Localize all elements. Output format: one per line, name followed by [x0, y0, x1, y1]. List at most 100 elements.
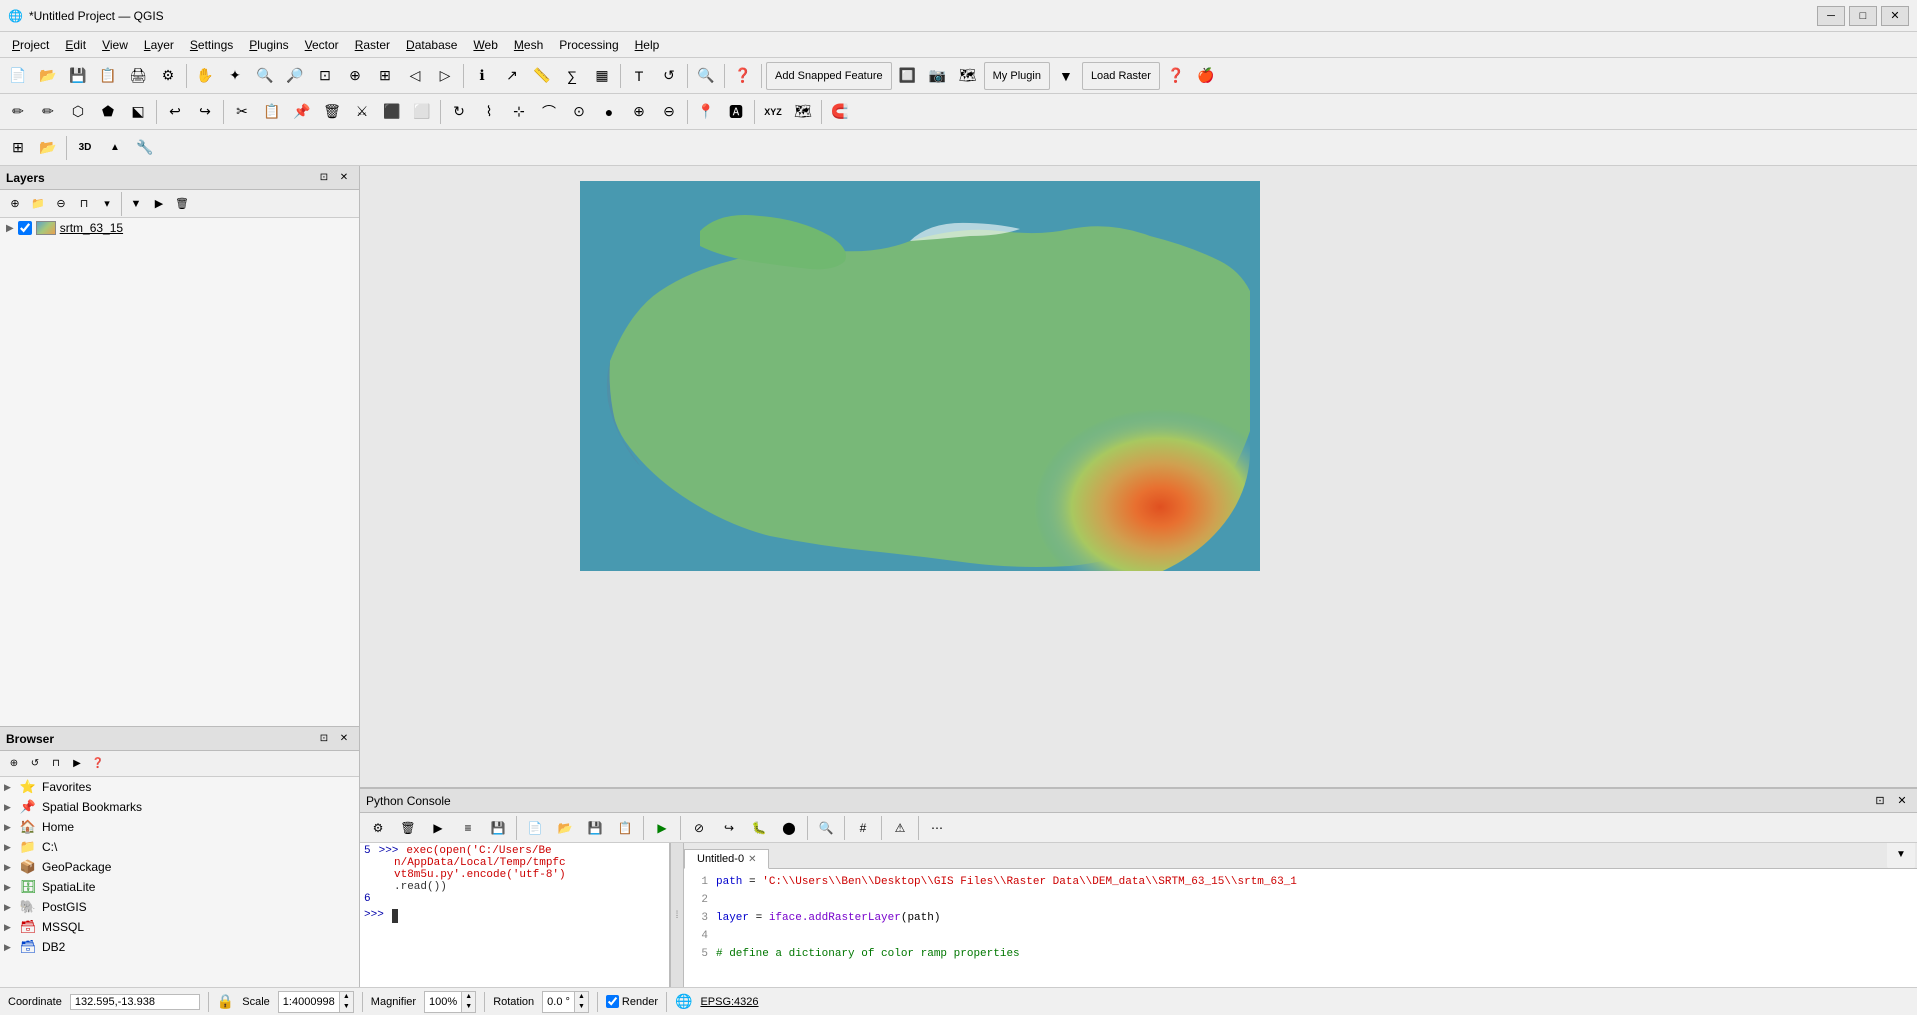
quick-search-button[interactable]: 🔍	[692, 62, 720, 90]
menu-mesh[interactable]: Mesh	[506, 35, 551, 55]
expand-all-button[interactable]: ▼	[125, 193, 147, 215]
console-options-button[interactable]: ≡	[454, 814, 482, 842]
zoom-last-button[interactable]: ◁	[401, 62, 429, 90]
layer-visibility-checkbox[interactable]	[18, 221, 32, 235]
layers-close-button[interactable]: ✕	[335, 169, 353, 187]
cut-features-button[interactable]: ✂	[228, 98, 256, 126]
console-tab-close-button[interactable]: ✕	[748, 854, 756, 865]
browser-item-spatialite[interactable]: ▶ 🗄 SpatiaLite	[0, 877, 359, 897]
edit-toggle-button[interactable]: ✏	[4, 98, 32, 126]
xyz-button[interactable]: XYZ	[759, 98, 787, 126]
browser-filter-button[interactable]: ⊓	[46, 754, 66, 774]
add-part-button[interactable]: ⊕	[625, 98, 653, 126]
offset-curve-button[interactable]: ⌇	[475, 98, 503, 126]
menu-view[interactable]: View	[94, 35, 136, 55]
console-editor-open-button[interactable]: 📂	[551, 814, 579, 842]
rotation-down-button[interactable]: ▼	[574, 1002, 588, 1012]
move-feature-button[interactable]: ⬕	[124, 98, 152, 126]
save-project-button[interactable]: 💾	[64, 62, 92, 90]
rotation-spinbox[interactable]: 0.0 ° ▲ ▼	[542, 991, 589, 1013]
load-raster-button[interactable]: Load Raster	[1082, 62, 1160, 90]
plugin-new-layer[interactable]: 🗺	[954, 62, 982, 90]
3d-button[interactable]: 3D	[71, 134, 99, 162]
new-project-button[interactable]: 📄	[4, 62, 32, 90]
console-settings-button[interactable]: ⚙	[364, 814, 392, 842]
browser-item-mssql[interactable]: ▶ 🗃 MSSQL	[0, 917, 359, 937]
delete-ring-button[interactable]: ⊖	[655, 98, 683, 126]
open-project-button[interactable]: 📂	[34, 62, 62, 90]
render-checkbox[interactable]	[606, 995, 619, 1008]
console-more-button[interactable]: ⋯	[923, 814, 951, 842]
filter-layer-button[interactable]: ⊓	[73, 193, 95, 215]
layers-detach-button[interactable]: ⊡	[315, 169, 333, 187]
apple-icon[interactable]: 🍎	[1192, 62, 1220, 90]
console-clear-button[interactable]: 🗑	[394, 814, 422, 842]
magnifier-down-button[interactable]: ▼	[461, 1002, 475, 1012]
refresh-button[interactable]: ↺	[655, 62, 683, 90]
console-error-button[interactable]: ⚠	[886, 814, 914, 842]
collapse-all-button[interactable]: ▶	[148, 193, 170, 215]
merge-button[interactable]: ⬜	[408, 98, 436, 126]
select-button[interactable]: ↗	[498, 62, 526, 90]
console-divider[interactable]: ⁞	[670, 843, 684, 987]
split-features-button[interactable]: ⚔	[348, 98, 376, 126]
coordinate-input[interactable]	[70, 994, 200, 1010]
settings-button[interactable]: ⚙	[154, 62, 182, 90]
console-editor-saveas-button[interactable]: 📋	[611, 814, 639, 842]
menu-settings[interactable]: Settings	[182, 35, 241, 55]
menu-edit[interactable]: Edit	[57, 35, 94, 55]
console-input-area[interactable]: 5 >>> exec(open('C:/Users/Be n/AppData/L…	[360, 843, 670, 987]
rotation-up-button[interactable]: ▲	[574, 992, 588, 1002]
console-close-button[interactable]: ✕	[1893, 792, 1911, 810]
scale-down-button[interactable]: ▼	[339, 1002, 353, 1012]
identify-button[interactable]: ℹ	[468, 62, 496, 90]
add-ring-button[interactable]: ⊙	[565, 98, 593, 126]
pin-annotations-button[interactable]: 📍	[692, 98, 720, 126]
browser-add-button[interactable]: ⊕	[4, 754, 24, 774]
node-tool-button[interactable]: ⊹	[505, 98, 533, 126]
browser-item-home[interactable]: ▶ 🏠 Home	[0, 817, 359, 837]
close-button[interactable]: ✕	[1881, 6, 1909, 26]
statistics-button[interactable]: ∑	[558, 62, 586, 90]
help-button[interactable]: ❓	[729, 62, 757, 90]
console-expand-button[interactable]: ▼	[1887, 843, 1915, 868]
copy-features-button[interactable]: 📋	[258, 98, 286, 126]
menu-layer[interactable]: Layer	[136, 35, 182, 55]
my-plugin-dropdown[interactable]: ▼	[1052, 62, 1080, 90]
simplify-button[interactable]: ⌒	[535, 98, 563, 126]
console-run-button[interactable]: ▶	[648, 814, 676, 842]
magnifier-up-button[interactable]: ▲	[461, 992, 475, 1002]
georef-button[interactable]: 🗺	[789, 98, 817, 126]
redo-button[interactable]: ↪	[191, 98, 219, 126]
remove-all-layers-button[interactable]: 🗑	[171, 193, 193, 215]
menu-processing[interactable]: Processing	[551, 35, 626, 55]
zoom-in-button[interactable]: 🔍	[251, 62, 279, 90]
rotate-point-button[interactable]: ↻	[445, 98, 473, 126]
fill-ring-button[interactable]: ●	[595, 98, 623, 126]
menu-plugins[interactable]: Plugins	[241, 35, 296, 55]
my-plugin-button[interactable]: My Plugin	[984, 62, 1050, 90]
menu-project[interactable]: Project	[4, 35, 57, 55]
capture-polygon-button[interactable]: ⬡	[64, 98, 92, 126]
browser-refresh-button[interactable]: ↺	[25, 754, 45, 774]
browser-item-db2[interactable]: ▶ 🗃 DB2	[0, 937, 359, 957]
magnifier-spinbox[interactable]: 100% ▲ ▼	[424, 991, 476, 1013]
crs-label[interactable]: EPSG:4326	[700, 996, 758, 1008]
menu-vector[interactable]: Vector	[297, 35, 347, 55]
save-as-button[interactable]: 📋	[94, 62, 122, 90]
console-editor-new-button[interactable]: 📄	[521, 814, 549, 842]
console-find-button[interactable]: 🔍	[812, 814, 840, 842]
ext-settings-button[interactable]: 🔧	[131, 134, 159, 162]
print-layout-button[interactable]: 🖨	[124, 62, 152, 90]
layer-item-srtm[interactable]: ▶ srtm_63_15	[0, 218, 359, 238]
browser-item-postgis[interactable]: ▶ 🐘 PostGIS	[0, 897, 359, 917]
snapping-button[interactable]: 🧲	[826, 98, 854, 126]
plugin-icon-2[interactable]: 📷	[924, 62, 952, 90]
console-breakpoint-button[interactable]: ⬤	[775, 814, 803, 842]
layer-options-button[interactable]: ▾	[96, 193, 118, 215]
new-layer-button[interactable]: ⊞	[4, 134, 32, 162]
browser-item-bookmarks[interactable]: ▶ 📌 Spatial Bookmarks	[0, 797, 359, 817]
console-continue-button[interactable]: ↪	[715, 814, 743, 842]
paste-features-button[interactable]: 📌	[288, 98, 316, 126]
pan-to-selection-button[interactable]: ✦	[221, 62, 249, 90]
